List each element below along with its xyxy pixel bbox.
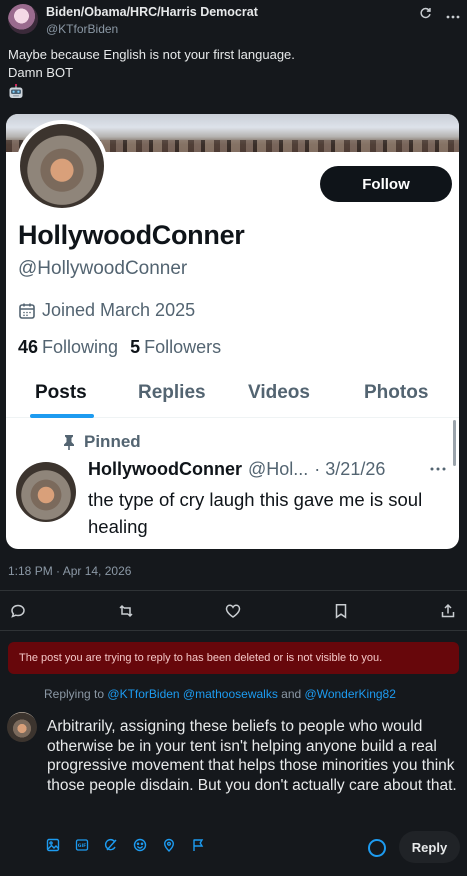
joined-text: Joined March 2025 bbox=[42, 300, 196, 320]
active-tab-indicator bbox=[30, 414, 94, 418]
replying-to-last-user[interactable]: @WonderKing82 bbox=[305, 687, 396, 701]
replying-to-prefix: Replying to bbox=[44, 687, 105, 701]
image-icon[interactable] bbox=[46, 838, 60, 852]
follow-button: Follow bbox=[320, 166, 452, 202]
tab-replies: Replies bbox=[138, 382, 206, 403]
pinned-tweet-more-icon bbox=[430, 458, 446, 476]
robot-face-icon bbox=[9, 84, 23, 98]
post-actions bbox=[10, 600, 456, 622]
pin-icon bbox=[64, 435, 74, 450]
tab-photos: Photos bbox=[364, 382, 429, 403]
refresh-icon[interactable] bbox=[419, 6, 432, 21]
author-name[interactable]: Biden/Obama/HRC/Harris Democrat bbox=[46, 5, 258, 19]
reply-error-banner: The post you are trying to reply to has … bbox=[8, 642, 459, 674]
tab-posts: Posts bbox=[35, 382, 87, 403]
profile-avatar bbox=[16, 120, 108, 212]
bookmark-icon[interactable] bbox=[333, 603, 349, 619]
post-author-row: Biden/Obama/HRC/Harris Democrat @KTforBi… bbox=[8, 4, 460, 44]
author-handle[interactable]: @KTforBiden bbox=[46, 22, 118, 36]
pinned-tweet-avatar bbox=[16, 462, 76, 522]
embed-scrollbar bbox=[453, 420, 456, 466]
reply-textarea[interactable]: Arbitrarily, assigning these beliefs to … bbox=[47, 717, 457, 795]
replying-to-users[interactable]: @KTforBiden @mathoosewalks bbox=[107, 687, 277, 701]
repost-icon[interactable] bbox=[118, 603, 134, 619]
post-text-line-2: Damn BOT bbox=[8, 65, 74, 80]
pinned-tweet-handle: @Hol... bbox=[248, 459, 309, 479]
composer-toolbar: GIF bbox=[46, 838, 205, 852]
embedded-image[interactable]: Follow HollywoodConner @HollywoodConner … bbox=[6, 114, 459, 549]
more-options-icon[interactable] bbox=[446, 7, 460, 21]
pinned-tweet-text: the type of cry laugh this gave me is so… bbox=[88, 489, 423, 537]
followers-label: Followers bbox=[144, 337, 222, 357]
following-label: Following bbox=[42, 337, 119, 357]
profile-name: HollywoodConner bbox=[18, 220, 245, 250]
character-count-ring bbox=[368, 839, 386, 857]
pinned-tweet-header: HollywoodConner @Hol... · 3/21/26 bbox=[88, 459, 385, 480]
replying-to-conjunction: and bbox=[281, 687, 302, 701]
divider bbox=[0, 590, 467, 591]
post-text: Maybe because English is not your first … bbox=[8, 46, 295, 82]
share-icon[interactable] bbox=[440, 603, 456, 619]
pinned-tweet-date: · 3/21/26 bbox=[314, 459, 386, 479]
replying-to: Replying to @KTforBiden @mathoosewalks a… bbox=[44, 687, 396, 701]
pinned-text: Pinned bbox=[84, 432, 141, 451]
post-timestamp[interactable]: 1:18 PM · Apr 14, 2026 bbox=[8, 564, 131, 578]
divider bbox=[0, 630, 467, 631]
followers-count: 5 bbox=[130, 337, 141, 357]
gif-icon[interactable]: GIF bbox=[75, 838, 89, 852]
joined-date: Joined March 2025 bbox=[18, 300, 195, 321]
composer-avatar bbox=[7, 712, 37, 742]
flag-icon[interactable] bbox=[191, 838, 205, 852]
location-icon[interactable] bbox=[162, 838, 176, 852]
reply-icon[interactable] bbox=[10, 603, 26, 619]
calendar-icon bbox=[19, 303, 35, 319]
svg-text:GIF: GIF bbox=[78, 843, 86, 849]
grok-icon[interactable] bbox=[104, 838, 118, 852]
profile-tabs: Posts Replies Videos Photos bbox=[6, 372, 459, 418]
pinned-tweet-author: HollywoodConner bbox=[88, 459, 242, 479]
profile-handle: @HollywoodConner bbox=[18, 258, 188, 279]
post-top-actions bbox=[419, 6, 460, 21]
author-avatar[interactable] bbox=[8, 4, 38, 34]
like-icon[interactable] bbox=[225, 603, 241, 619]
emoji-icon[interactable] bbox=[133, 838, 147, 852]
tab-videos: Videos bbox=[248, 382, 310, 403]
post-text-line-1: Maybe because English is not your first … bbox=[8, 47, 295, 62]
following-stat: 46 Following bbox=[18, 337, 118, 358]
following-count: 46 bbox=[18, 337, 39, 357]
followers-stat: 5 Followers bbox=[130, 337, 221, 358]
profile-stats: 46 Following 5 Followers bbox=[18, 337, 221, 358]
reply-button[interactable]: Reply bbox=[399, 831, 460, 863]
pinned-label: Pinned bbox=[62, 432, 141, 452]
